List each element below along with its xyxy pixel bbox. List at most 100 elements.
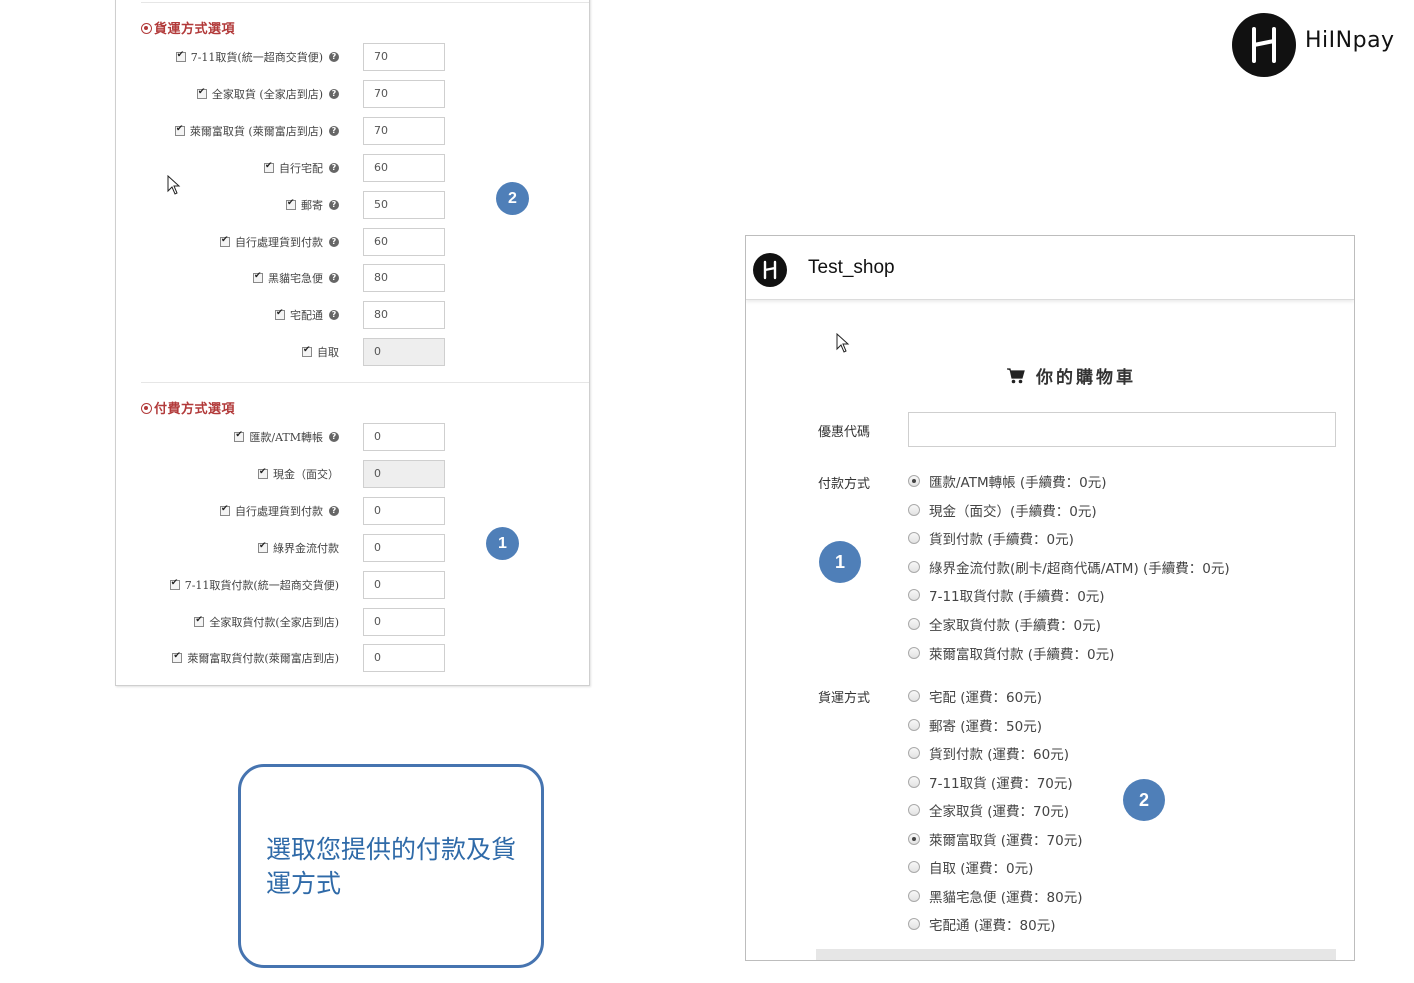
fee-input[interactable]: 60 — [363, 227, 445, 256]
radio-option[interactable]: 萊爾富取貨 (運費：70元) — [908, 829, 1083, 849]
option-row: 7-11取貨付款(統一超商交貨便) 0 — [116, 570, 591, 599]
option-checkbox[interactable] — [174, 124, 185, 136]
radio-label: 萊爾富取貨 (運費：70元) — [929, 832, 1083, 849]
radio-button[interactable] — [908, 832, 920, 845]
radio-option[interactable]: 貨到付款 (運費：60元) — [908, 743, 1069, 763]
radio-option[interactable]: 郵寄 (運費：50元) — [908, 715, 1042, 735]
option-checkbox[interactable] — [220, 504, 230, 516]
shipping-section-title: 貨運方式選項 — [141, 18, 235, 37]
radio-button[interactable] — [908, 503, 920, 516]
fee-input[interactable]: 70 — [363, 43, 445, 71]
radio-option[interactable]: 宅配 (運費：60元) — [908, 686, 1042, 706]
radio-button[interactable] — [908, 718, 920, 731]
help-icon[interactable]: ? — [329, 505, 339, 516]
option-checkbox[interactable] — [253, 271, 263, 284]
option-label: 匯款/ATM轉帳? — [234, 429, 339, 445]
fee-input[interactable]: 0 — [363, 644, 445, 673]
option-checkbox[interactable] — [220, 235, 230, 247]
option-checkbox[interactable] — [258, 541, 268, 553]
option-checkbox[interactable] — [175, 50, 186, 62]
radio-button[interactable] — [908, 918, 920, 930]
option-checkbox[interactable] — [275, 308, 285, 321]
option-checkbox[interactable] — [196, 87, 207, 99]
radio-option[interactable]: 萊爾富取貨付款 (手續費：0元) — [908, 643, 1114, 663]
mouse-cursor-icon — [836, 333, 850, 353]
option-checkbox[interactable] — [172, 651, 183, 664]
option-label-text: 綠界金流付款 — [273, 541, 339, 555]
fee-input[interactable]: 70 — [363, 116, 445, 145]
fee-input[interactable]: 0 — [363, 533, 445, 562]
option-checkbox[interactable] — [194, 615, 205, 627]
radio-option[interactable]: 宅配通 (運費：80元) — [908, 914, 1056, 934]
radio-button[interactable] — [908, 532, 920, 545]
radio-button[interactable] — [908, 589, 920, 602]
radio-button[interactable] — [908, 646, 920, 659]
radio-button[interactable] — [908, 861, 920, 873]
brand-logo-icon — [1232, 13, 1296, 77]
radio-label: 萊爾富取貨付款 (手續費：0元) — [929, 646, 1115, 663]
help-icon[interactable]: ? — [329, 199, 339, 210]
option-checkbox[interactable] — [286, 198, 296, 210]
help-icon[interactable]: ? — [329, 88, 339, 99]
option-label: 自行處理貨到付款? — [220, 234, 339, 250]
option-row: 萊爾富取貨付款(萊爾富店到店) 0 — [116, 644, 591, 673]
fee-input[interactable]: 50 — [363, 190, 445, 219]
help-icon[interactable]: ? — [329, 162, 339, 173]
help-icon[interactable]: ? — [329, 310, 339, 321]
instruction-callout: 選取您提供的付款及貨運方式 — [238, 764, 544, 968]
radio-button[interactable] — [908, 560, 920, 573]
help-icon[interactable]: ? — [329, 432, 339, 442]
radio-option[interactable]: 7-11取貨 (運費：70元) — [908, 772, 1073, 792]
fee-input[interactable]: 0 — [363, 423, 445, 451]
fee-input[interactable]: 60 — [363, 153, 445, 182]
help-icon[interactable]: ? — [329, 125, 339, 136]
fee-input[interactable]: 80 — [363, 264, 445, 293]
radio-button[interactable] — [908, 747, 920, 759]
shipping-method-label: 貨運方式 — [818, 691, 871, 706]
option-label: 全家取貨 (全家店到店)? — [196, 86, 339, 102]
radio-button[interactable] — [908, 475, 920, 487]
help-icon[interactable]: ? — [329, 236, 339, 247]
option-checkbox[interactable] — [264, 161, 274, 173]
option-checkbox[interactable] — [234, 430, 245, 442]
radio-option[interactable]: 貨到付款 (手續費：0元) — [908, 528, 1074, 548]
radio-button[interactable] — [908, 618, 920, 630]
option-label: 萊爾富取貨 (萊爾富店到店)? — [174, 123, 339, 139]
shop-name[interactable]: Test_shop — [808, 257, 895, 279]
radio-option[interactable]: 現金（面交）(手續費：0元) — [908, 500, 1097, 520]
option-label-text: 全家取貨付款(全家店到店) — [209, 615, 339, 629]
help-icon[interactable]: ? — [329, 273, 339, 284]
radio-option[interactable]: 全家取貨 (運費：70元) — [908, 800, 1069, 820]
radio-option[interactable]: 綠界金流付款(刷卡/超商代碼/ATM) (手續費：0元) — [908, 557, 1230, 577]
option-label: 自行處理貨到付款? — [220, 503, 339, 519]
option-checkbox[interactable] — [302, 345, 312, 358]
radio-label: 7-11取貨 (運費：70元) — [929, 775, 1073, 792]
option-label: 7-11取貨(統一超商交貨便)? — [175, 49, 339, 65]
radio-option[interactable]: 黑貓宅急便 (運費：80元) — [908, 886, 1083, 906]
option-label: 黑貓宅急便? — [253, 270, 339, 286]
option-row: 全家取貨 (全家店到店)? 70 — [116, 79, 591, 108]
option-row: 7-11取貨(統一超商交貨便)? 70 — [116, 43, 591, 71]
fee-input[interactable]: 70 — [363, 79, 445, 108]
option-checkbox[interactable] — [169, 578, 180, 590]
help-icon[interactable]: ? — [329, 52, 339, 62]
shop-logo-icon[interactable] — [753, 253, 787, 287]
radio-option[interactable]: 7-11取貨付款 (手續費：0元) — [908, 585, 1105, 605]
fee-input[interactable]: 80 — [363, 301, 445, 330]
radio-button[interactable] — [908, 804, 920, 816]
fee-input[interactable]: 0 — [363, 570, 445, 599]
radio-button[interactable] — [908, 889, 920, 902]
option-checkbox[interactable] — [258, 467, 268, 479]
fee-input[interactable]: 0 — [363, 496, 445, 525]
radio-option[interactable]: 匯款/ATM轉帳 (手續費：0元) — [908, 471, 1107, 491]
radio-option[interactable]: 自取 (運費：0元) — [908, 857, 1033, 877]
radio-label: 郵寄 (運費：50元) — [929, 718, 1043, 735]
coupon-input[interactable] — [908, 412, 1336, 447]
radio-option[interactable]: 全家取貨付款 (手續費：0元) — [908, 614, 1101, 634]
radio-button[interactable] — [908, 775, 920, 788]
option-row: 自行處理貨到付款? 60 — [116, 227, 591, 256]
fee-input[interactable]: 0 — [363, 607, 445, 636]
radio-button[interactable] — [908, 690, 920, 702]
option-row: 綠界金流付款 0 — [116, 533, 591, 562]
brand-name: HiINpay — [1305, 28, 1395, 53]
